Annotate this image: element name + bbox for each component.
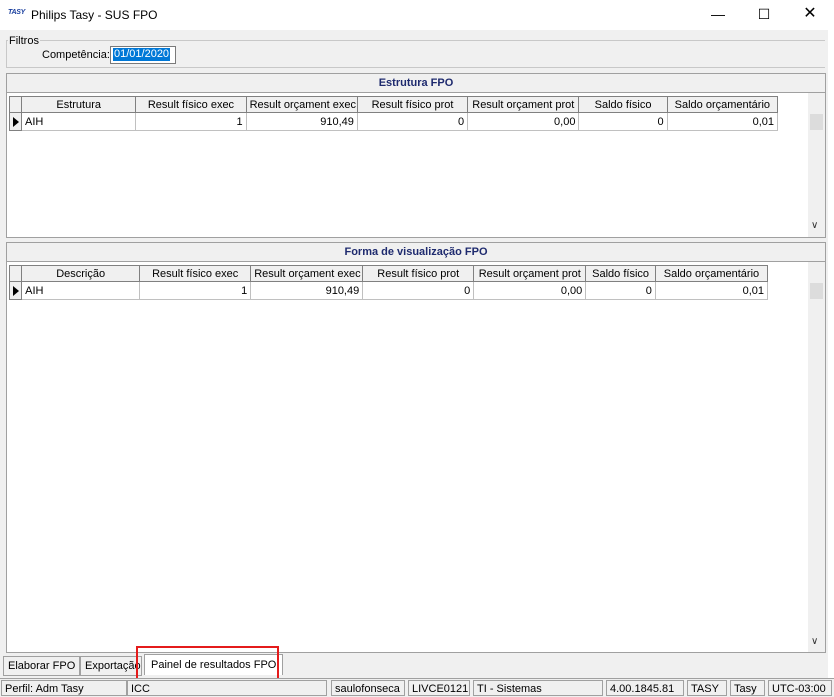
highlight-box	[136, 646, 279, 682]
visualizacao-header-row: Descrição Result físico exec Result orça…	[8, 265, 769, 282]
status-user: saulofonseca	[331, 680, 405, 696]
visualizacao-grid: Descrição Result físico exec Result orça…	[8, 265, 769, 300]
window-title: Philips Tasy - SUS FPO	[31, 8, 158, 22]
tab-elaborar-fpo[interactable]: Elaborar FPO	[3, 656, 81, 676]
column-header[interactable]: Result orçament prot	[467, 96, 580, 113]
competencia-input[interactable]: 01/01/2020	[110, 46, 176, 64]
minimize-button[interactable]: —	[695, 0, 741, 30]
table-cell[interactable]: 0	[356, 112, 469, 131]
table-cell[interactable]: 1	[139, 281, 252, 300]
visualizacao-scrollbar[interactable]: ∨	[808, 262, 825, 652]
current-row-arrow-icon	[13, 116, 19, 127]
table-cell[interactable]: 0,00	[467, 112, 580, 131]
estrutura-scrollbar[interactable]: ∨	[808, 93, 825, 237]
column-header[interactable]: Result orçament exec	[245, 96, 358, 113]
column-header[interactable]: Result orçament exec	[250, 265, 364, 282]
status-sector: TI - Sistemas	[473, 680, 603, 696]
estrutura-panel: Estrutura FPO Estrutura Result físico ex…	[6, 73, 826, 238]
row-indicator	[8, 112, 23, 131]
status-perfil: Perfil: Adm Tasy	[1, 680, 127, 696]
table-cell[interactable]: AIH	[21, 281, 141, 300]
scroll-down-arrow-icon[interactable]: ∨	[811, 636, 818, 647]
app-logo-icon: TASY	[8, 9, 25, 16]
column-header[interactable]: Result físico prot	[356, 96, 469, 113]
table-cell[interactable]: AIH	[21, 112, 137, 131]
column-header[interactable]: Estrutura	[21, 96, 137, 113]
table-cell[interactable]: 910,49	[245, 112, 358, 131]
table-row[interactable]: AIH 1 910,49 0 0,00 0 0,01	[8, 281, 769, 300]
column-header[interactable]: Result físico exec	[135, 96, 247, 113]
visualizacao-panel: Forma de visualização FPO Descrição Resu…	[6, 242, 826, 653]
visualizacao-panel-title: Forma de visualização FPO	[7, 243, 825, 262]
column-header[interactable]: Descrição	[21, 265, 141, 282]
competencia-label: Competência:	[42, 49, 110, 61]
status-schema: Tasy	[730, 680, 765, 696]
scroll-down-arrow-icon[interactable]: ∨	[811, 220, 818, 231]
row-indicator-header	[8, 96, 23, 113]
status-timezone: UTC-03:00	[768, 680, 832, 696]
table-cell[interactable]: 0	[585, 281, 656, 300]
title-bar: TASY Philips Tasy - SUS FPO — ☐ ✕	[0, 0, 834, 30]
tab-exportacao[interactable]: Exportação	[80, 656, 142, 676]
table-cell[interactable]: 910,49	[250, 281, 364, 300]
table-cell[interactable]: 0,01	[654, 281, 769, 300]
column-header[interactable]: Saldo físico	[585, 265, 656, 282]
estrutura-grid: Estrutura Result físico exec Result orça…	[8, 96, 779, 131]
column-header[interactable]: Result orçament prot	[473, 265, 587, 282]
status-estabelecimento: ICC	[127, 680, 327, 696]
scrollbar-thumb[interactable]	[810, 114, 823, 130]
row-indicator-header	[8, 265, 23, 282]
close-button[interactable]: ✕	[787, 0, 833, 30]
column-header[interactable]: Result físico exec	[139, 265, 252, 282]
table-row[interactable]: AIH 1 910,49 0 0,00 0 0,01	[8, 112, 779, 131]
maximize-button[interactable]: ☐	[741, 0, 787, 30]
row-indicator	[8, 281, 23, 300]
column-header[interactable]: Result físico prot	[362, 265, 475, 282]
competencia-value: 01/01/2020	[113, 48, 171, 61]
column-header[interactable]: Saldo orçamentário	[654, 265, 769, 282]
estrutura-header-row: Estrutura Result físico exec Result orça…	[8, 96, 779, 113]
table-cell[interactable]: 1	[135, 112, 247, 131]
status-machine: LIVCE0121	[408, 680, 470, 696]
window-edge	[828, 30, 834, 678]
status-bar: Perfil: Adm Tasy ICC saulofonseca LIVCE0…	[0, 678, 834, 697]
column-header[interactable]: Saldo orçamentário	[666, 96, 779, 113]
current-row-arrow-icon	[13, 285, 19, 296]
tab-bar: Elaborar FPO Exportação Painel de result…	[3, 654, 823, 676]
scrollbar-thumb[interactable]	[810, 283, 823, 299]
estrutura-panel-title: Estrutura FPO	[7, 74, 825, 93]
table-cell[interactable]: 0	[578, 112, 668, 131]
filters-legend: Filtros	[8, 35, 40, 47]
column-header[interactable]: Saldo físico	[578, 96, 668, 113]
table-cell[interactable]: 0,01	[666, 112, 779, 131]
status-database: TASY	[687, 680, 727, 696]
table-cell[interactable]: 0	[362, 281, 475, 300]
status-version: 4.00.1845.81	[606, 680, 684, 696]
table-cell[interactable]: 0,00	[473, 281, 587, 300]
